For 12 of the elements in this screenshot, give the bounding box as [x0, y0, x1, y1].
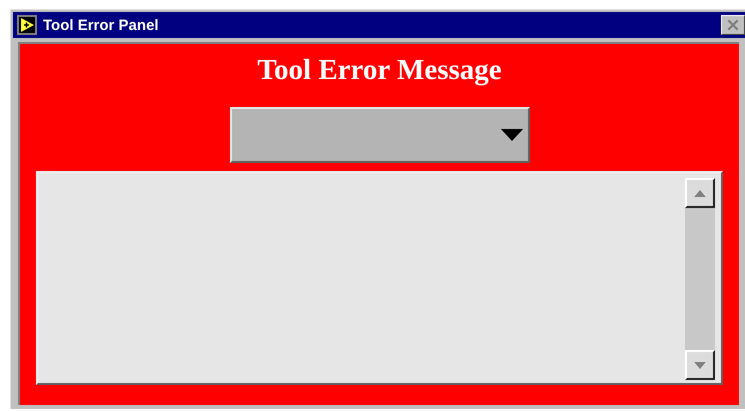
- error-dropdown[interactable]: [230, 107, 530, 163]
- scroll-up-button[interactable]: [685, 178, 715, 208]
- scrollbar[interactable]: [685, 178, 715, 380]
- close-icon: [726, 18, 740, 32]
- caret-icon: [500, 129, 524, 141]
- panel-heading: Tool Error Message: [257, 54, 502, 87]
- close-button[interactable]: [721, 15, 745, 35]
- down-arrow-icon: [694, 362, 706, 368]
- app-icon: [17, 15, 37, 35]
- scroll-down-button[interactable]: [685, 350, 715, 380]
- window-title: Tool Error Panel: [43, 16, 160, 34]
- up-arrow-icon: [694, 190, 706, 196]
